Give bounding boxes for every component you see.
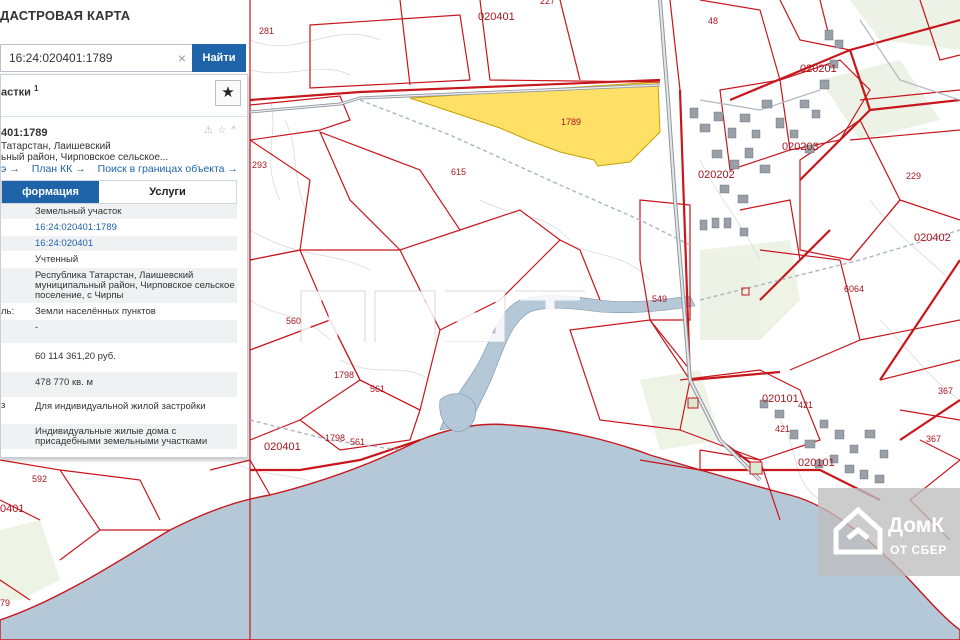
panel-tabs: формация Услуги [1,180,237,204]
cadastral-number-link[interactable]: 16:24:020401:1789 [33,220,237,235]
tab-services[interactable]: Услуги [99,181,236,203]
field-key [1,252,33,267]
app-title: ДАСТРОВАЯ КАРТА [0,8,131,23]
table-row: - [1,320,237,344]
quarter-label: 0401 [0,503,24,515]
field-value: - [35,322,39,333]
table-row: 60 114 361,20 руб. [1,344,237,372]
field-value: 60 114 361,20 руб. [35,351,116,362]
parcel-label: 6064 [844,284,864,294]
field-value: Для индивидуальной жилой застройки [35,401,206,412]
object-link[interactable]: э → [1,163,20,175]
info-table: Земельный участок 16:24:020401:1789 16:2… [1,204,237,450]
quarter-number-link[interactable]: 16:24:020401 [33,236,237,251]
field-value: Земельный участок [35,206,122,217]
field-key [1,268,33,303]
table-row: 16:24:020401:1789 [1,220,237,236]
field-key [1,236,33,251]
panel-title-text: астки [1,86,31,99]
results-count: 1 [33,84,39,93]
field-value: Учтенный [35,254,79,265]
fpzt-watermark-logo [300,290,585,342]
parcel-label: 560 [286,316,301,326]
table-row: Республика Татарстан, Лаишевский муницип… [1,268,237,304]
parcel-label: 421 [798,400,813,410]
parcel-label: 229 [906,171,921,181]
table-row: ль: Земли населённых пунктов [1,304,237,320]
panel-title: астки 1 [1,84,38,99]
field-key [1,320,33,343]
parcel-label: 561 [370,384,385,394]
table-row: з Для индивидуальной жилой застройки [1,398,237,424]
parcel-label: 227 [540,0,555,6]
parcel-label: 293 [252,160,267,170]
search-bar: × Найти [0,44,246,72]
parcel-label: 1798 [325,433,345,443]
tab-information[interactable]: формация [2,181,99,203]
object-action-icons[interactable]: ⚠ ☆ ^ [204,125,237,136]
parcel-label: 281 [259,26,274,36]
field-value: Индивидуальные жилые дома с присадебными… [35,426,208,447]
field-key: ль: [1,306,15,317]
parcel-label: 79 [0,598,10,608]
find-button[interactable]: Найти [192,44,246,72]
table-row: Учтенный [1,252,237,268]
field-key [1,372,33,397]
star-icon: ★ [221,84,235,101]
domclick-watermark: ДомК ОТ СБЕР [818,488,960,576]
parcel-label: 561 [350,437,365,447]
cadastral-plan-link[interactable]: План КК → [32,163,86,175]
quarter-label: 020401 [478,11,515,23]
object-info-panel: астки 1 ★ 401:1789 ⚠ ☆ ^ Татарстан, Лаиш… [0,74,248,458]
field-key: з [1,400,6,411]
quarter-label: 020402 [914,232,951,244]
table-row: 16:24:020401 [1,236,237,252]
quarter-label: 020203 [782,141,819,153]
field-key [1,204,33,219]
quarter-label: 020202 [698,169,735,181]
panel-header: астки 1 ★ [1,75,247,117]
quarter-label: 020101 [762,393,799,405]
parcel-label: 367 [926,434,941,444]
field-value: Республика Татарстан, Лаишевский муницип… [35,270,235,301]
parcel-label: 615 [451,167,466,177]
parcel-label: 1789 [561,117,581,127]
field-value: 478 770 кв. м [35,377,93,388]
quarter-label: 020101 [798,457,835,469]
field-key [1,344,33,371]
cadastral-search-input[interactable] [0,44,192,72]
field-key [1,424,33,449]
parcel-label: 421 [775,424,790,434]
table-row: Земельный участок [1,204,237,220]
object-address: Татарстан, Лаишевский ьный район, Чирпов… [1,141,241,163]
favorite-button[interactable]: ★ [215,80,241,106]
parcel-label: 592 [32,474,47,484]
object-links: э → План КК → Поиск в границах объекта → [1,163,249,175]
table-row: 478 770 кв. м [1,372,237,398]
address-line: Татарстан, Лаишевский [1,141,111,152]
parcel-label: 1798 [334,370,354,380]
quarter-label: 020201 [800,63,837,75]
address-line: ьный район, Чирповское сельское... [1,152,169,163]
object-number[interactable]: 401:1789 [1,127,48,139]
clear-search-icon[interactable]: × [178,50,186,66]
table-row: Индивидуальные жилые дома с присадебными… [1,424,237,450]
field-value: Земли населённых пунктов [35,306,156,317]
parcel-label: 367 [938,386,953,396]
brand-name: ДомК [888,514,945,537]
parcel-label: 48 [708,16,718,26]
field-key [1,220,33,235]
search-within-bounds-link[interactable]: Поиск в границах объекта → [98,163,238,175]
house-icon [833,506,883,555]
parcel-label: 549 [652,294,667,304]
brand-subtitle: ОТ СБЕР [890,543,947,557]
quarter-label: 020401 [264,441,301,453]
